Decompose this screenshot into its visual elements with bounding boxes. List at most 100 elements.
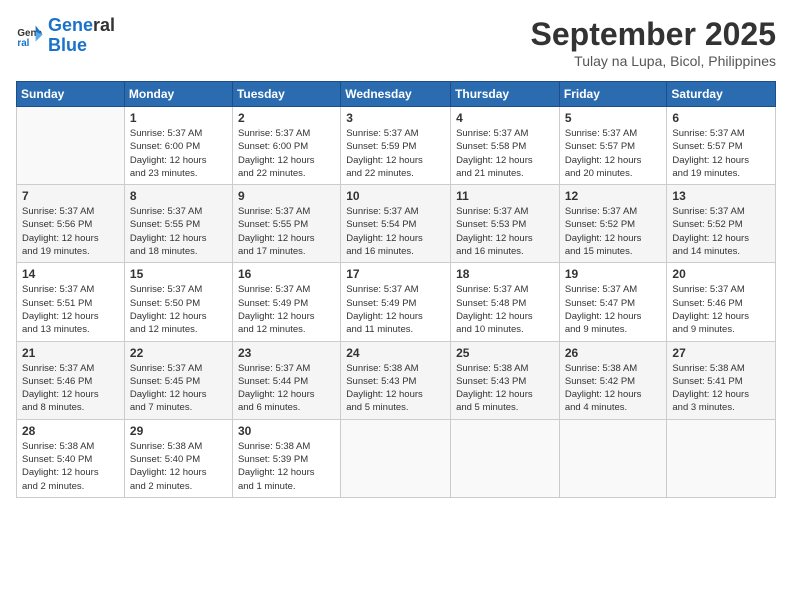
day-info: Sunrise: 5:37 AMSunset: 5:56 PMDaylight:… [22,205,119,258]
day-header-tuesday: Tuesday [232,82,340,107]
day-info: Sunrise: 5:37 AMSunset: 6:00 PMDaylight:… [238,127,335,180]
day-header-saturday: Saturday [667,82,776,107]
day-info: Sunrise: 5:37 AMSunset: 5:55 PMDaylight:… [130,205,227,258]
calendar-cell: 6Sunrise: 5:37 AMSunset: 5:57 PMDaylight… [667,107,776,185]
day-number: 4 [456,111,554,125]
calendar-cell: 28 Sunrise: 5:38 AMSunset: 5:40 PMDayligh… [17,419,125,497]
day-number: 15 [130,267,227,281]
page-header: Gene ral General Blue September 2025 Tul… [16,16,776,69]
day-header-thursday: Thursday [451,82,560,107]
day-number: 18 [456,267,554,281]
calendar-week-row: 21 Sunrise: 5:37 AMSunset: 5:46 PMDayligh… [17,341,776,419]
day-info: Sunrise: 5:37 AMSunset: 5:59 PMDaylight:… [346,127,445,180]
day-number: 9 [238,189,335,203]
day-info: Sunrise: 5:37 AMSunset: 5:54 PMDaylight:… [346,205,445,258]
day-number: 20 [672,267,770,281]
calendar-table: SundayMondayTuesdayWednesdayThursdayFrid… [16,81,776,498]
day-info: Sunrise: 5:37 AMSunset: 5:46 PMDaylight:… [22,362,119,415]
day-number: 5 [565,111,662,125]
calendar-cell: 13 Sunrise: 5:37 AMSunset: 5:52 PMDayligh… [667,185,776,263]
day-number: 22 [130,346,227,360]
day-number: 14 [22,267,119,281]
day-number: 23 [238,346,335,360]
calendar-week-row: 7 Sunrise: 5:37 AMSunset: 5:56 PMDaylight… [17,185,776,263]
logo: Gene ral General Blue [16,16,115,56]
day-header-sunday: Sunday [17,82,125,107]
logo-icon: Gene ral [16,22,44,50]
day-info: Sunrise: 5:37 AMSunset: 5:50 PMDaylight:… [130,283,227,336]
calendar-cell: 23Sunrise: 5:37 AMSunset: 5:44 PMDayligh… [232,341,340,419]
day-header-wednesday: Wednesday [341,82,451,107]
day-number: 8 [130,189,227,203]
calendar-cell: 11Sunrise: 5:37 AMSunset: 5:53 PMDayligh… [451,185,560,263]
calendar-week-row: 14 Sunrise: 5:37 AMSunset: 5:51 PMDayligh… [17,263,776,341]
calendar-cell: 21 Sunrise: 5:37 AMSunset: 5:46 PMDayligh… [17,341,125,419]
calendar-cell: 18 Sunrise: 5:37 AMSunset: 5:48 PMDayligh… [451,263,560,341]
calendar-cell: 10 Sunrise: 5:37 AMSunset: 5:54 PMDayligh… [341,185,451,263]
day-number: 16 [238,267,335,281]
day-number: 19 [565,267,662,281]
day-info: Sunrise: 5:37 AMSunset: 5:49 PMDaylight:… [238,283,335,336]
calendar-cell: 20 Sunrise: 5:37 AMSunset: 5:46 PMDayligh… [667,263,776,341]
day-header-monday: Monday [124,82,232,107]
day-number: 12 [565,189,662,203]
location: Tulay na Lupa, Bicol, Philippines [531,53,776,69]
calendar-cell: 15 Sunrise: 5:37 AMSunset: 5:50 PMDayligh… [124,263,232,341]
calendar-cell [559,419,667,497]
day-number: 6 [672,111,770,125]
calendar-header-row: SundayMondayTuesdayWednesdayThursdayFrid… [17,82,776,107]
day-number: 29 [130,424,227,438]
day-info: Sunrise: 5:37 AMSunset: 5:48 PMDaylight:… [456,283,554,336]
calendar-cell [341,419,451,497]
svg-text:ral: ral [17,38,29,49]
calendar-cell: 12 Sunrise: 5:37 AMSunset: 5:52 PMDayligh… [559,185,667,263]
day-number: 30 [238,424,335,438]
month-year: September 2025 [531,16,776,53]
day-info: Sunrise: 5:38 AMSunset: 5:42 PMDaylight:… [565,362,662,415]
day-number: 26 [565,346,662,360]
day-number: 13 [672,189,770,203]
day-number: 11 [456,189,554,203]
calendar-cell: 8 Sunrise: 5:37 AMSunset: 5:55 PMDaylight… [124,185,232,263]
calendar-cell [17,107,125,185]
day-info: Sunrise: 5:37 AMSunset: 5:58 PMDaylight:… [456,127,554,180]
calendar-cell: 14 Sunrise: 5:37 AMSunset: 5:51 PMDayligh… [17,263,125,341]
calendar-cell: 4 Sunrise: 5:37 AMSunset: 5:58 PMDaylight… [451,107,560,185]
day-number: 10 [346,189,445,203]
calendar-cell: 22Sunrise: 5:37 AMSunset: 5:45 PMDayligh… [124,341,232,419]
calendar-cell: 26 Sunrise: 5:38 AMSunset: 5:42 PMDayligh… [559,341,667,419]
day-info: Sunrise: 5:37 AMSunset: 6:00 PMDaylight:… [130,127,227,180]
calendar-cell: 25 Sunrise: 5:38 AMSunset: 5:43 PMDayligh… [451,341,560,419]
day-number: 17 [346,267,445,281]
calendar-cell: 9 Sunrise: 5:37 AMSunset: 5:55 PMDaylight… [232,185,340,263]
logo-text: General [48,16,115,36]
day-info: Sunrise: 5:37 AMSunset: 5:55 PMDaylight:… [238,205,335,258]
day-info: Sunrise: 5:37 AMSunset: 5:52 PMDaylight:… [565,205,662,258]
day-number: 7 [22,189,119,203]
day-number: 24 [346,346,445,360]
title-block: September 2025 Tulay na Lupa, Bicol, Phi… [531,16,776,69]
day-number: 1 [130,111,227,125]
day-number: 2 [238,111,335,125]
calendar-cell: 5 Sunrise: 5:37 AMSunset: 5:57 PMDaylight… [559,107,667,185]
day-info: Sunrise: 5:38 AMSunset: 5:40 PMDaylight:… [130,440,227,493]
day-info: Sunrise: 5:37 AMSunset: 5:49 PMDaylight:… [346,283,445,336]
day-info: Sunrise: 5:37 AMSunset: 5:46 PMDaylight:… [672,283,770,336]
calendar-cell: 2 Sunrise: 5:37 AMSunset: 6:00 PMDaylight… [232,107,340,185]
calendar-cell [451,419,560,497]
calendar-cell: 16 Sunrise: 5:37 AMSunset: 5:49 PMDayligh… [232,263,340,341]
day-info: Sunrise: 5:37 AMSunset: 5:51 PMDaylight:… [22,283,119,336]
calendar-cell: 30Sunrise: 5:38 AMSunset: 5:39 PMDayligh… [232,419,340,497]
day-number: 25 [456,346,554,360]
day-info: Sunrise: 5:38 AMSunset: 5:43 PMDaylight:… [456,362,554,415]
day-number: 28 [22,424,119,438]
calendar-cell: 7 Sunrise: 5:37 AMSunset: 5:56 PMDaylight… [17,185,125,263]
day-info: Sunrise: 5:37 AMSunset: 5:57 PMDaylight:… [565,127,662,180]
day-info: Sunrise: 5:38 AMSunset: 5:43 PMDaylight:… [346,362,445,415]
day-info: Sunrise: 5:37 AMSunset: 5:52 PMDaylight:… [672,205,770,258]
day-number: 21 [22,346,119,360]
day-header-friday: Friday [559,82,667,107]
day-info: Sunrise: 5:37 AMSunset: 5:47 PMDaylight:… [565,283,662,336]
day-info: Sunrise: 5:38 AMSunset: 5:40 PMDaylight:… [22,440,119,493]
calendar-cell: 19 Sunrise: 5:37 AMSunset: 5:47 PMDayligh… [559,263,667,341]
